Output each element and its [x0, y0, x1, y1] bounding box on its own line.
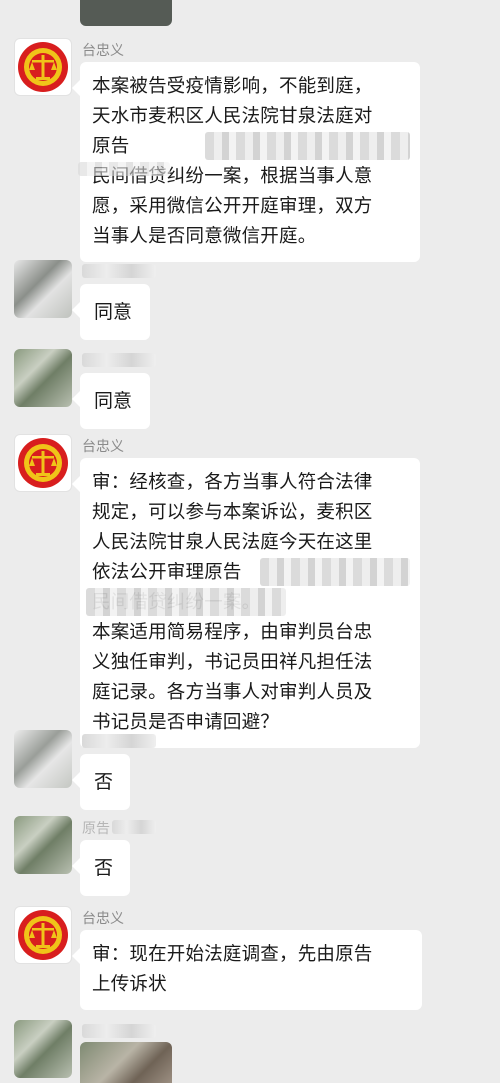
- message-bubble[interactable]: 同意: [72, 284, 150, 340]
- avatar[interactable]: [14, 730, 72, 788]
- blurred-sender-name: [112, 820, 156, 834]
- redacted-text: [260, 558, 410, 586]
- avatar[interactable]: [14, 1020, 72, 1078]
- image-message-thumbnail[interactable]: [80, 1042, 172, 1083]
- court-emblem-icon[interactable]: [14, 38, 72, 96]
- avatar[interactable]: [14, 260, 72, 318]
- sender-name: 台忠义: [82, 911, 124, 927]
- message-bubble[interactable]: 同意: [72, 373, 150, 429]
- court-emblem-icon[interactable]: [14, 906, 72, 964]
- message-bubble[interactable]: 审：现在开始法庭调查，先由原告 上传诉状: [72, 930, 422, 1010]
- sender-name: 台忠义: [82, 43, 124, 59]
- court-emblem-icon[interactable]: [14, 434, 72, 492]
- sender-name: 台忠义: [82, 439, 124, 455]
- avatar[interactable]: [14, 816, 72, 874]
- message-bubble[interactable]: 否: [72, 840, 130, 896]
- sender-name: 原告: [82, 821, 110, 837]
- blurred-sender-name: [82, 1024, 156, 1038]
- blurred-sender-name: [82, 734, 156, 748]
- avatar[interactable]: [14, 349, 72, 407]
- redacted-text: [205, 132, 410, 160]
- previous-image-fragment[interactable]: [80, 0, 172, 26]
- blurred-sender-name: [82, 353, 156, 367]
- message-bubble[interactable]: 否: [72, 754, 130, 810]
- redacted-text: [78, 162, 170, 176]
- blurred-sender-name: [82, 264, 156, 278]
- redacted-text: [86, 588, 286, 616]
